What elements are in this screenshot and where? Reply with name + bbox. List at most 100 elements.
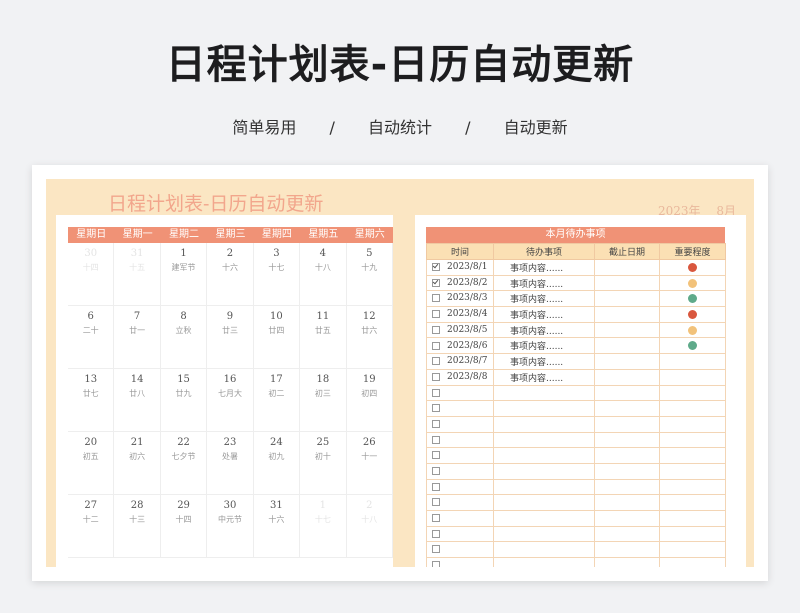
task-checkbox[interactable] — [432, 388, 440, 397]
time-cell[interactable] — [426, 494, 494, 511]
calendar-day-cell[interactable]: 24 初九 — [253, 432, 301, 495]
time-cell[interactable]: 2023/8/3 — [426, 290, 494, 308]
time-cell[interactable]: 2023/8/6 — [426, 337, 494, 355]
task-item-cell[interactable]: 事项内容...... — [493, 321, 595, 339]
time-cell[interactable]: 2023/8/4 — [426, 306, 494, 323]
calendar-day-cell[interactable]: 18 初三 — [300, 369, 347, 432]
task-item-cell[interactable] — [493, 415, 595, 433]
task-checkbox[interactable] — [432, 294, 440, 303]
task-checkbox[interactable] — [432, 545, 440, 554]
task-checkbox[interactable] — [432, 325, 440, 334]
task-item-cell[interactable]: 事项内容...... — [493, 337, 595, 355]
task-checkbox[interactable] — [432, 357, 440, 366]
priority-cell[interactable] — [659, 368, 726, 386]
priority-cell[interactable] — [659, 306, 726, 323]
deadline-cell[interactable] — [594, 353, 660, 370]
task-checkbox[interactable] — [432, 498, 440, 507]
priority-cell[interactable] — [659, 384, 726, 402]
priority-cell[interactable] — [659, 321, 726, 339]
deadline-cell[interactable] — [594, 306, 660, 323]
task-checkbox[interactable] — [432, 467, 440, 476]
task-checkbox[interactable] — [432, 372, 440, 381]
calendar-day-cell[interactable]: 12 廿六 — [346, 306, 393, 369]
deadline-cell[interactable] — [594, 447, 660, 464]
task-item-cell[interactable] — [493, 557, 595, 567]
task-item-cell[interactable] — [493, 462, 595, 480]
time-cell[interactable] — [426, 415, 494, 433]
priority-cell[interactable] — [659, 462, 726, 480]
deadline-cell[interactable] — [594, 557, 660, 567]
priority-cell[interactable] — [659, 541, 726, 559]
deadline-cell[interactable] — [594, 321, 660, 339]
calendar-day-cell[interactable]: 11 廿五 — [300, 306, 347, 369]
calendar-day-cell[interactable]: 3 十七 — [253, 243, 301, 306]
time-cell[interactable]: 2023/8/7 — [426, 353, 494, 370]
task-checkbox[interactable] — [432, 514, 440, 523]
calendar-day-cell[interactable]: 10 廿四 — [253, 306, 301, 369]
calendar-day-cell[interactable]: 20 初五 — [68, 432, 115, 495]
priority-cell[interactable] — [659, 400, 726, 417]
deadline-cell[interactable] — [594, 525, 660, 543]
calendar-day-cell[interactable]: 9 廿三 — [207, 306, 254, 369]
deadline-cell[interactable] — [594, 462, 660, 480]
task-item-cell[interactable] — [493, 431, 595, 449]
time-cell[interactable]: 2023/8/8 — [426, 368, 494, 386]
deadline-cell[interactable] — [594, 274, 660, 292]
calendar-day-cell[interactable]: 8 立秋 — [160, 306, 208, 369]
priority-cell[interactable] — [659, 290, 726, 308]
deadline-cell[interactable] — [594, 337, 660, 355]
task-item-cell[interactable] — [493, 525, 595, 543]
task-item-cell[interactable]: 事项内容...... — [493, 353, 595, 370]
calendar-day-cell[interactable]: 28 十三 — [114, 495, 161, 558]
task-item-cell[interactable] — [493, 510, 595, 527]
task-item-cell[interactable] — [493, 400, 595, 417]
task-item-cell[interactable] — [493, 478, 595, 496]
priority-cell[interactable] — [659, 494, 726, 511]
time-cell[interactable] — [426, 510, 494, 527]
task-item-cell[interactable]: 事项内容...... — [493, 290, 595, 308]
time-cell[interactable] — [426, 447, 494, 464]
task-checkbox[interactable] — [432, 529, 440, 538]
task-checkbox[interactable] — [432, 310, 440, 319]
task-item-cell[interactable] — [493, 447, 595, 464]
time-cell[interactable] — [426, 525, 494, 543]
calendar-day-cell[interactable]: 2 十八 — [346, 495, 393, 558]
task-checkbox[interactable] — [432, 419, 440, 428]
time-cell[interactable] — [426, 541, 494, 559]
task-checkbox[interactable] — [432, 435, 440, 444]
deadline-cell[interactable] — [594, 384, 660, 402]
time-cell[interactable] — [426, 384, 494, 402]
priority-cell[interactable] — [659, 353, 726, 370]
calendar-day-cell[interactable]: 14 廿八 — [114, 369, 161, 432]
time-cell[interactable] — [426, 557, 494, 567]
deadline-cell[interactable] — [594, 431, 660, 449]
priority-cell[interactable] — [659, 259, 726, 276]
calendar-day-cell[interactable]: 22 七夕节 — [160, 432, 208, 495]
task-checkbox[interactable] — [432, 341, 440, 350]
priority-cell[interactable] — [659, 510, 726, 527]
calendar-day-cell[interactable]: 30 中元节 — [207, 495, 254, 558]
calendar-day-cell[interactable]: 4 十八 — [300, 243, 347, 306]
task-item-cell[interactable]: 事项内容...... — [493, 259, 595, 276]
deadline-cell[interactable] — [594, 494, 660, 511]
deadline-cell[interactable] — [594, 290, 660, 308]
calendar-day-cell[interactable]: 1 建军节 — [160, 243, 208, 306]
deadline-cell[interactable] — [594, 415, 660, 433]
task-item-cell[interactable]: 事项内容...... — [493, 368, 595, 386]
task-checkbox[interactable] — [432, 404, 440, 413]
task-checkbox[interactable] — [432, 278, 440, 287]
priority-cell[interactable] — [659, 337, 726, 355]
calendar-day-cell[interactable]: 6 二十 — [68, 306, 115, 369]
priority-cell[interactable] — [659, 557, 726, 567]
deadline-cell[interactable] — [594, 259, 660, 276]
calendar-day-cell[interactable]: 19 初四 — [346, 369, 393, 432]
task-checkbox[interactable] — [432, 451, 440, 460]
priority-cell[interactable] — [659, 415, 726, 433]
task-item-cell[interactable] — [493, 541, 595, 559]
calendar-day-cell[interactable]: 30 十四 — [68, 243, 115, 306]
deadline-cell[interactable] — [594, 478, 660, 496]
calendar-day-cell[interactable]: 16 七月大 — [207, 369, 254, 432]
calendar-day-cell[interactable]: 27 十二 — [68, 495, 115, 558]
time-cell[interactable]: 2023/8/1 — [426, 259, 494, 276]
calendar-day-cell[interactable]: 31 十五 — [114, 243, 161, 306]
